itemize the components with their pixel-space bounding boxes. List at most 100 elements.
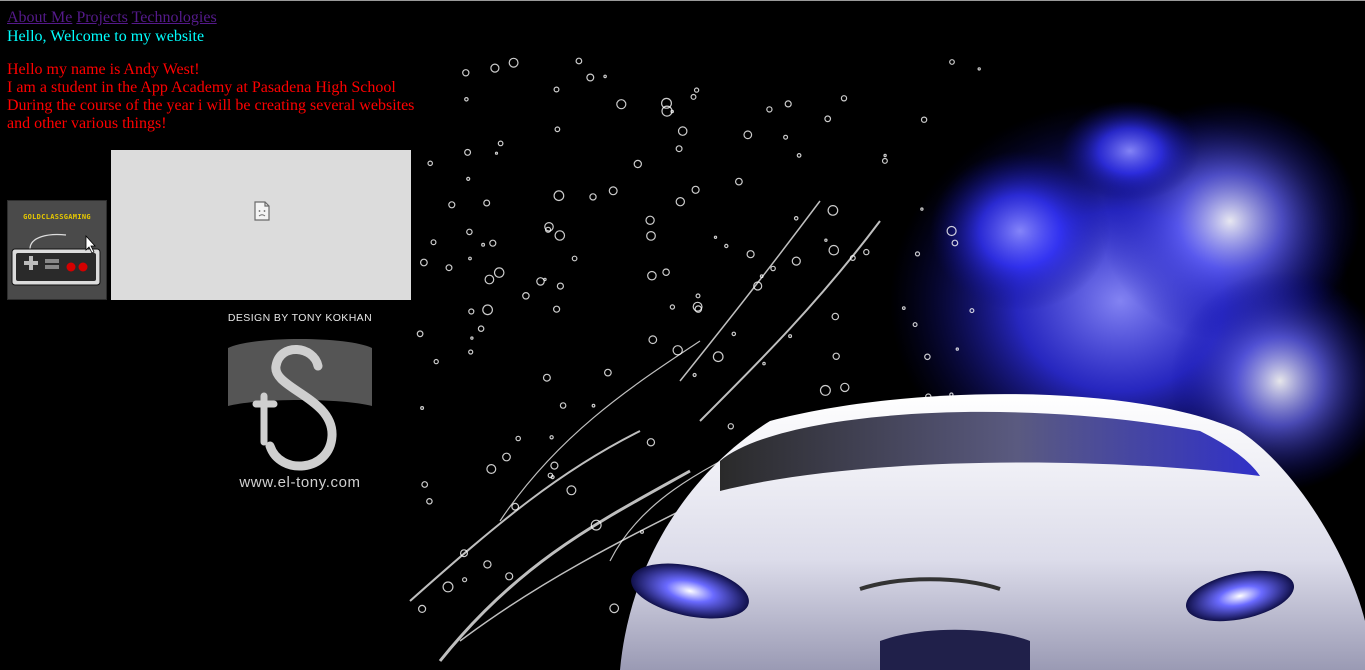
nav-link-about-me[interactable]: About Me bbox=[7, 9, 72, 26]
water-droplet bbox=[522, 291, 530, 300]
water-droplet bbox=[633, 159, 643, 169]
water-droplet bbox=[554, 126, 561, 133]
water-droplet bbox=[462, 69, 470, 77]
nav-links: About Me Projects Technologies bbox=[7, 9, 427, 27]
water-droplet bbox=[724, 243, 729, 249]
water-droplet bbox=[731, 331, 737, 337]
water-droplet bbox=[766, 106, 773, 113]
water-droplet bbox=[692, 372, 697, 378]
water-droplet bbox=[536, 277, 545, 286]
water-droplet bbox=[464, 97, 469, 102]
water-droplet bbox=[552, 305, 561, 313]
water-droplet bbox=[497, 140, 504, 147]
water-droplet bbox=[505, 572, 514, 581]
water-droplet bbox=[828, 244, 840, 256]
water-droplet bbox=[883, 153, 887, 158]
intro-line: During the course of the year i will be … bbox=[7, 97, 415, 114]
water-droplet bbox=[645, 215, 655, 225]
water-droplet bbox=[468, 349, 474, 355]
main-content: About Me Projects Technologies Hello, We… bbox=[7, 9, 427, 133]
water-droplet bbox=[591, 403, 596, 408]
water-droplet bbox=[646, 230, 656, 241]
water-droplet bbox=[783, 134, 789, 140]
goldclassgaming-thumbnail[interactable]: GOLDCLASSGAMING bbox=[7, 200, 107, 300]
water-droplet bbox=[433, 358, 439, 365]
intro-line: and other various things! bbox=[7, 115, 167, 132]
water-droplet bbox=[448, 201, 456, 209]
water-droplet bbox=[586, 73, 595, 82]
water-droplet bbox=[477, 325, 485, 333]
water-droplet bbox=[466, 176, 471, 181]
water-droplet bbox=[483, 560, 492, 569]
water-droplet bbox=[515, 435, 522, 442]
water-droplet bbox=[949, 59, 955, 65]
water-droplet bbox=[483, 199, 491, 207]
water-droplet bbox=[713, 235, 718, 239]
water-droplet bbox=[468, 308, 475, 315]
water-droplet bbox=[920, 116, 928, 123]
water-droplet bbox=[977, 67, 981, 71]
water-droplet bbox=[784, 100, 792, 108]
water-droplet bbox=[762, 361, 766, 366]
water-droplet bbox=[511, 502, 520, 511]
water-droplet bbox=[484, 274, 495, 285]
water-droplet bbox=[575, 57, 583, 65]
water-droplet bbox=[831, 312, 840, 321]
water-droplet bbox=[416, 330, 424, 338]
water-droplet bbox=[508, 57, 519, 68]
design-by-text: DESIGN BY TONY KOKHAN bbox=[227, 312, 373, 324]
water-droplet bbox=[672, 345, 683, 356]
water-droplet bbox=[881, 157, 888, 164]
water-droplet bbox=[648, 335, 658, 345]
nav-link-technologies[interactable]: Technologies bbox=[132, 9, 217, 26]
water-droplet bbox=[840, 95, 848, 102]
water-droplet bbox=[791, 256, 801, 266]
intro-text: Hello my name is Andy West! I am a stude… bbox=[7, 61, 427, 133]
water-droplet bbox=[556, 282, 565, 290]
water-droplet bbox=[468, 256, 472, 261]
water-droplet bbox=[549, 435, 554, 440]
water-droplet bbox=[421, 481, 429, 488]
water-droplet bbox=[824, 238, 828, 242]
water-droplet bbox=[554, 230, 566, 241]
intro-line: Hello my name is Andy West! bbox=[7, 61, 200, 78]
water-droplet bbox=[693, 87, 700, 93]
water-droplet bbox=[604, 368, 612, 377]
water-droplet bbox=[660, 97, 672, 109]
water-droplet bbox=[462, 577, 468, 583]
water-droplet bbox=[553, 190, 565, 202]
broken-image-icon bbox=[254, 201, 270, 221]
water-droplet bbox=[470, 336, 474, 340]
water-droplet bbox=[793, 216, 799, 221]
water-droplet bbox=[712, 351, 724, 363]
water-droplet bbox=[502, 452, 511, 462]
water-droplet bbox=[464, 148, 472, 156]
welcome-heading: Hello, Welcome to my website bbox=[7, 28, 205, 45]
designer-logo: DESIGN BY TONY KOKHAN www.el-tony.com bbox=[222, 312, 378, 496]
nav-link-projects[interactable]: Projects bbox=[76, 9, 128, 26]
water-droplet bbox=[426, 497, 433, 505]
designer-url: www.el-tony.com bbox=[239, 474, 361, 491]
broken-image[interactable] bbox=[111, 150, 411, 300]
water-droplet bbox=[727, 423, 735, 430]
water-droplet bbox=[616, 99, 627, 110]
water-droplet bbox=[863, 248, 870, 256]
water-droplet bbox=[559, 402, 567, 409]
water-droplet bbox=[647, 270, 657, 281]
water-droplet bbox=[695, 293, 701, 299]
water-droplet bbox=[466, 228, 473, 236]
water-droplet bbox=[840, 382, 850, 393]
water-droplet bbox=[494, 151, 499, 155]
intro-line: I am a student in the App Academy at Pas… bbox=[7, 79, 396, 96]
water-droplet bbox=[827, 204, 839, 216]
water-droplet bbox=[796, 152, 802, 158]
water-droplet bbox=[493, 267, 505, 278]
water-droplet bbox=[571, 255, 578, 262]
water-droplet bbox=[662, 268, 670, 277]
water-droplet bbox=[482, 304, 494, 316]
water-droplet bbox=[690, 93, 697, 100]
water-droplet bbox=[746, 250, 755, 259]
game-controller-icon bbox=[11, 233, 101, 286]
water-droplet bbox=[486, 464, 497, 475]
water-droplet bbox=[675, 145, 683, 153]
